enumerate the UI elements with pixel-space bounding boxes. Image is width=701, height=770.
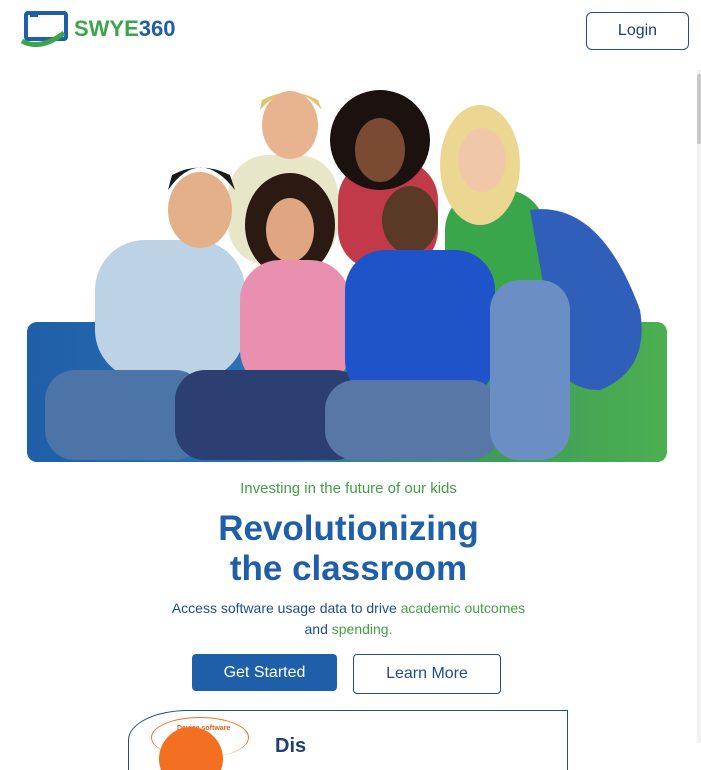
description-part-1: Access software usage data to drive [171, 600, 401, 616]
page-headline: Revolutionizing the classroom [0, 509, 697, 589]
login-button[interactable]: Login [586, 12, 689, 50]
students-photo [45, 90, 642, 460]
scrollbar-thumb[interactable] [697, 74, 701, 144]
feature-card: Device software Dis [128, 710, 568, 770]
hero-section [0, 70, 697, 470]
brand-name-part2: 360 [138, 16, 176, 41]
scrollbar-track[interactable] [697, 70, 701, 743]
feature-card-title: Dis [275, 735, 307, 757]
site-header: SWYE360 Login [0, 0, 701, 70]
hero-description: Access software usage data to drive acad… [140, 598, 557, 640]
headline-line-2: the classroom [229, 549, 468, 588]
hero-tagline: Investing in the future of our kids [240, 480, 457, 497]
headline-line-1: Revolutionizing [218, 509, 479, 548]
brand-logo[interactable]: SWYE360 [20, 10, 190, 48]
description-part-2: and [304, 621, 332, 637]
brand-name: SWYE360 [74, 16, 176, 42]
learn-more-button[interactable]: Learn More [353, 654, 501, 694]
description-highlight-1: academic outcomes [400, 600, 526, 616]
student-front-right-legs [490, 280, 570, 460]
description-highlight-2: spending. [331, 621, 393, 637]
brand-name-part1: SWYE [74, 16, 139, 41]
get-started-button[interactable]: Get Started [192, 654, 337, 691]
monitor-logo-icon [20, 11, 70, 48]
